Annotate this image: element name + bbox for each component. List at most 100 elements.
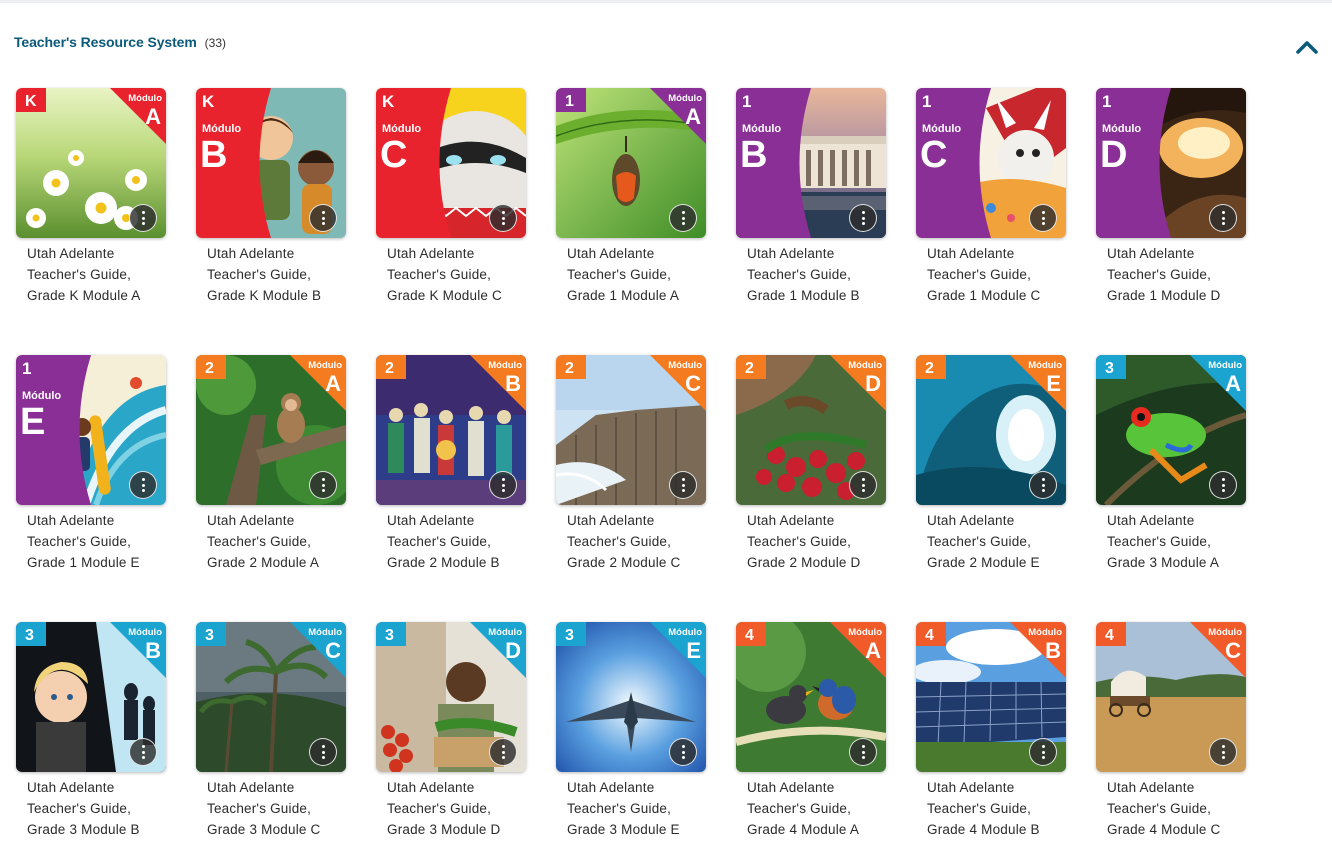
resource-card[interactable]: 2 Módulo B Utah Adelante Teacher's Guide, Gra… <box>376 355 526 585</box>
resource-title-link[interactable]: Utah Adelante Teacher's Guide, Grade K Mod… <box>207 243 357 306</box>
more-options-button[interactable] <box>309 204 337 232</box>
resource-card[interactable]: 1 Módulo A Utah Adelante Teacher's Guide, Gra… <box>556 88 706 318</box>
resource-title-link[interactable]: Utah Adelante Teacher's Guide, Grade 2 Mod… <box>747 510 897 573</box>
book-cover[interactable]: 1 Módulo C <box>916 88 1066 238</box>
cover-grade: 1 <box>22 359 31 378</box>
resource-title-link[interactable]: Utah Adelante Teacher's Guide, Grade K Mod… <box>387 243 537 306</box>
more-vertical-icon <box>321 477 325 493</box>
resource-title-link[interactable]: Utah Adelante Teacher's Guide, Grade 3 Mod… <box>567 777 717 840</box>
book-cover[interactable]: 4 Módulo C <box>1096 622 1246 772</box>
cover-module-letter: B <box>145 638 161 663</box>
resource-card[interactable]: K Módulo A Utah Adelante Teacher's Guide, Gra… <box>16 88 166 318</box>
resource-title-link[interactable]: Utah Adelante Teacher's Guide, Grade 1 Mod… <box>747 243 897 306</box>
book-cover[interactable]: K Módulo B <box>196 88 346 238</box>
more-options-button[interactable] <box>849 738 877 766</box>
resource-card[interactable]: 1 Módulo E Utah Adelante Teacher's Guide, Gra… <box>16 355 166 585</box>
more-options-button[interactable] <box>129 204 157 232</box>
cover-module-letter: E <box>1046 371 1061 396</box>
resource-title-link[interactable]: Utah Adelante Teacher's Guide, Grade 2 Mod… <box>387 510 537 573</box>
resource-title-link[interactable]: Utah Adelante Teacher's Guide, Grade K Mod… <box>27 243 177 306</box>
more-options-button[interactable] <box>1209 471 1237 499</box>
book-cover[interactable]: 1 Módulo D <box>1096 88 1246 238</box>
book-cover[interactable]: 1 Módulo B <box>736 88 886 238</box>
cover-grade: 4 <box>745 627 754 644</box>
more-options-button[interactable] <box>849 471 877 499</box>
book-cover[interactable]: 2 Módulo D <box>736 355 886 505</box>
more-options-button[interactable] <box>669 204 697 232</box>
resource-card[interactable]: 4 Módulo B Utah Adelante Teacher's Guide, Gra… <box>916 622 1066 852</box>
resource-title-link[interactable]: Utah Adelante Teacher's Guide, Grade 1 Mod… <box>27 510 177 573</box>
resource-card[interactable]: 1 Módulo C Utah Adelante Teacher's Guide, Gra… <box>916 88 1066 318</box>
resource-card[interactable]: 2 Módulo A Utah Adelante Teacher's Guide, Gra… <box>196 355 346 585</box>
resource-card[interactable]: 3 Módulo D Utah Adelante Teacher's Guide, Gra… <box>376 622 526 852</box>
resource-title-link[interactable]: Utah Adelante Teacher's Guide, Grade 3 Mod… <box>207 777 357 840</box>
resource-card[interactable]: K Módulo C Utah Adelante Teacher's Guide, Gra… <box>376 88 526 318</box>
resource-title-link[interactable]: Utah Adelante Teacher's Guide, Grade 2 Mod… <box>567 510 717 573</box>
book-cover[interactable]: 2 Módulo C <box>556 355 706 505</box>
resource-card[interactable]: 1 Módulo D Utah Adelante Teacher's Guide, Gra… <box>1096 88 1246 318</box>
resource-card[interactable]: 1 Módulo B Utah Adelante Teacher's Guide, Gra… <box>736 88 886 318</box>
book-cover[interactable]: 3 Módulo E <box>556 622 706 772</box>
cover-grade: 4 <box>925 627 934 644</box>
book-cover[interactable]: 2 Módulo B <box>376 355 526 505</box>
more-options-button[interactable] <box>129 471 157 499</box>
title-line: Teacher's Guide, <box>387 267 492 282</box>
resource-card[interactable]: 4 Módulo A Utah Adelante Teacher's Guide, Gra… <box>736 622 886 852</box>
more-vertical-icon <box>1041 477 1045 493</box>
book-cover[interactable]: 2 Módulo E <box>916 355 1066 505</box>
more-options-button[interactable] <box>1209 204 1237 232</box>
book-cover[interactable]: 4 Módulo A <box>736 622 886 772</box>
more-options-button[interactable] <box>489 471 517 499</box>
book-cover[interactable]: 3 Módulo D <box>376 622 526 772</box>
resource-title-link[interactable]: Utah Adelante Teacher's Guide, Grade 4 Mod… <box>1107 777 1257 840</box>
resource-title-link[interactable]: Utah Adelante Teacher's Guide, Grade 2 Mod… <box>927 510 1077 573</box>
more-options-button[interactable] <box>1209 738 1237 766</box>
resource-card[interactable]: 2 Módulo E Utah Adelante Teacher's Guide, Gra… <box>916 355 1066 585</box>
title-line: Teacher's Guide, <box>387 534 492 549</box>
more-options-button[interactable] <box>1029 204 1057 232</box>
title-line: Grade 1 Module D <box>1107 288 1221 303</box>
book-cover[interactable]: K Módulo C <box>376 88 526 238</box>
title-line: Teacher's Guide, <box>927 534 1032 549</box>
resource-title-link[interactable]: Utah Adelante Teacher's Guide, Grade 3 Mod… <box>387 777 537 840</box>
more-options-button[interactable] <box>669 471 697 499</box>
resource-title-link[interactable]: Utah Adelante Teacher's Guide, Grade 1 Mod… <box>927 243 1077 306</box>
more-options-button[interactable] <box>489 738 517 766</box>
more-vertical-icon <box>681 210 685 226</box>
more-options-button[interactable] <box>1029 738 1057 766</box>
resource-title-link[interactable]: Utah Adelante Teacher's Guide, Grade 4 Mod… <box>927 777 1077 840</box>
more-options-button[interactable] <box>1029 471 1057 499</box>
book-cover[interactable]: 4 Módulo B <box>916 622 1066 772</box>
resource-card[interactable]: 4 Módulo C Utah Adelante Teacher's Guide, Gra… <box>1096 622 1246 852</box>
resource-title-link[interactable]: Utah Adelante Teacher's Guide, Grade 1 Mod… <box>567 243 717 306</box>
resource-title-link[interactable]: Utah Adelante Teacher's Guide, Grade 3 Mod… <box>1107 510 1257 573</box>
book-cover[interactable]: 3 Módulo B <box>16 622 166 772</box>
cover-module-letter: A <box>145 104 161 129</box>
book-cover[interactable]: 1 Módulo E <box>16 355 166 505</box>
resource-title-link[interactable]: Utah Adelante Teacher's Guide, Grade 4 Mod… <box>747 777 897 840</box>
resource-card[interactable]: 3 Módulo C Utah Adelante Teacher's Guide, Gra… <box>196 622 346 852</box>
more-options-button[interactable] <box>129 738 157 766</box>
cover-module-word: Módulo <box>668 360 702 371</box>
book-cover[interactable]: 3 Módulo C <box>196 622 346 772</box>
book-cover[interactable]: 1 Módulo A <box>556 88 706 238</box>
resource-title-link[interactable]: Utah Adelante Teacher's Guide, Grade 1 Mod… <box>1107 243 1257 306</box>
more-options-button[interactable] <box>489 204 517 232</box>
resource-card[interactable]: 3 Módulo E Utah Adelante Teacher's Guide, Gra… <box>556 622 706 852</box>
more-options-button[interactable] <box>309 471 337 499</box>
section-title[interactable]: Teacher's Resource System <box>14 34 197 50</box>
resource-card[interactable]: 3 Módulo A Utah Adelante Teacher's Guide, Gra… <box>1096 355 1246 585</box>
collapse-button[interactable] <box>1294 36 1320 58</box>
resource-card[interactable]: K Módulo B Utah Adelante Teacher's Guide, Gra… <box>196 88 346 318</box>
book-cover[interactable]: 2 Módulo A <box>196 355 346 505</box>
book-cover[interactable]: K Módulo A <box>16 88 166 238</box>
more-options-button[interactable] <box>309 738 337 766</box>
resource-card[interactable]: 2 Módulo D Utah Adelante Teacher's Guide, Gra… <box>736 355 886 585</box>
resource-title-link[interactable]: Utah Adelante Teacher's Guide, Grade 2 Mod… <box>207 510 357 573</box>
resource-title-link[interactable]: Utah Adelante Teacher's Guide, Grade 3 Mod… <box>27 777 177 840</box>
resource-card[interactable]: 2 Módulo C Utah Adelante Teacher's Guide, Gra… <box>556 355 706 585</box>
more-options-button[interactable] <box>669 738 697 766</box>
book-cover[interactable]: 3 Módulo A <box>1096 355 1246 505</box>
resource-card[interactable]: 3 Módulo B Utah Adelante Teacher's Guide, Gra… <box>16 622 166 852</box>
more-options-button[interactable] <box>849 204 877 232</box>
